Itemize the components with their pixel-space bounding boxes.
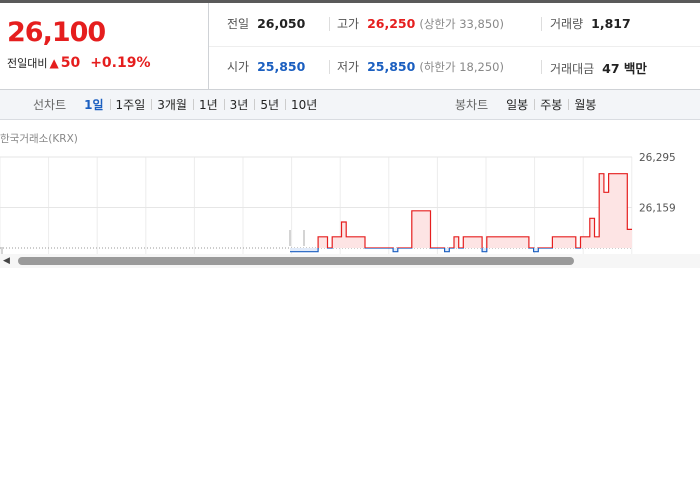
trade-amount-label: 거래대금 — [550, 62, 595, 76]
open-value: 25,850 — [257, 59, 306, 74]
divider — [329, 60, 330, 74]
scroll-left-arrow-icon[interactable]: ◀ — [3, 256, 11, 266]
low-value: 25,850 — [367, 59, 416, 74]
high-label: 고가 — [337, 17, 360, 31]
divider — [541, 17, 542, 31]
prev-close: 전일 26,050 — [227, 15, 305, 32]
volume: 거래량 1,817 — [550, 15, 631, 32]
high: 고가 26,250 (상한가 33,850) — [337, 15, 504, 32]
line-chart-title: 선차트 — [33, 98, 67, 112]
price-chart: 26,29526,15926,023 — [0, 152, 676, 256]
low-label: 저가 — [337, 60, 360, 74]
tab-3y[interactable]: 3년 — [223, 96, 255, 113]
tab-1y[interactable]: 1년 — [192, 96, 224, 113]
tab-5y[interactable]: 5년 — [254, 96, 285, 113]
stats-row-1: 전일 26,050 고가 26,250 (상한가 33,850) 거래량 1,8… — [209, 3, 700, 47]
candle-chart-tabs: 봉차트 일봉 주봉 월봉 — [455, 90, 602, 119]
tab-weekly[interactable]: 주봉 — [534, 96, 568, 113]
trade-amount-value: 47 백만 — [602, 61, 647, 76]
chart-scrollbar[interactable]: ◀ — [0, 254, 700, 268]
lower-limit: (하한가 18,250) — [419, 60, 504, 74]
chart-area: 한국거래소(KRX) 26,29526,15926,023 — [0, 120, 700, 256]
high-value: 26,250 — [367, 16, 416, 31]
change-row: 전일대비 ▲ 50 +0.19% — [7, 55, 151, 71]
open-label: 시가 — [227, 60, 250, 74]
chart-tab-bar: 선차트 1일 1주일 3개월 1년 3년 5년 10년 봉차트 일봉 주봉 월봉 — [0, 90, 700, 120]
upper-limit: (상한가 33,850) — [419, 17, 504, 31]
current-price-box: 26,100 전일대비 ▲ 50 +0.19% — [0, 3, 209, 89]
prev-close-value: 26,050 — [257, 16, 306, 31]
price-stats: 전일 26,050 고가 26,250 (상한가 33,850) 거래량 1,8… — [209, 3, 700, 89]
stats-row-2: 시가 25,850 저가 25,850 (하한가 18,250) 거래대금 47… — [209, 46, 700, 89]
tab-daily[interactable]: 일봉 — [500, 96, 534, 113]
candle-chart-title: 봉차트 — [455, 98, 489, 112]
change-percent: +0.19% — [90, 55, 151, 71]
up-triangle-icon: ▲ — [49, 56, 59, 70]
tab-1w[interactable]: 1주일 — [109, 96, 152, 113]
current-price: 26,100 — [7, 17, 106, 48]
low: 저가 25,850 (하한가 18,250) — [337, 58, 504, 75]
y-tick-label: 26,159 — [639, 203, 676, 215]
y-tick-label: 26,295 — [639, 152, 676, 164]
line-chart-tabs: 선차트 1일 1주일 3개월 1년 3년 5년 10년 — [33, 90, 323, 119]
price-summary: 26,100 전일대비 ▲ 50 +0.19% 전일 26,050 고가 26,… — [0, 3, 700, 90]
scrollbar-thumb[interactable] — [18, 257, 574, 265]
tab-1d[interactable]: 1일 — [78, 96, 109, 113]
tab-3m[interactable]: 3개월 — [151, 96, 193, 113]
divider — [541, 60, 542, 74]
prev-close-label: 전일 — [227, 17, 250, 31]
tab-10y[interactable]: 10년 — [285, 96, 323, 113]
change-value: 50 — [60, 55, 81, 71]
change-label: 전일대비 — [7, 57, 48, 70]
volume-label: 거래량 — [550, 17, 584, 31]
divider — [329, 17, 330, 31]
open: 시가 25,850 — [227, 58, 305, 75]
volume-value: 1,817 — [591, 16, 631, 31]
trade-amount: 거래대금 47 백만 — [550, 58, 647, 77]
tab-monthly[interactable]: 월봉 — [568, 96, 602, 113]
